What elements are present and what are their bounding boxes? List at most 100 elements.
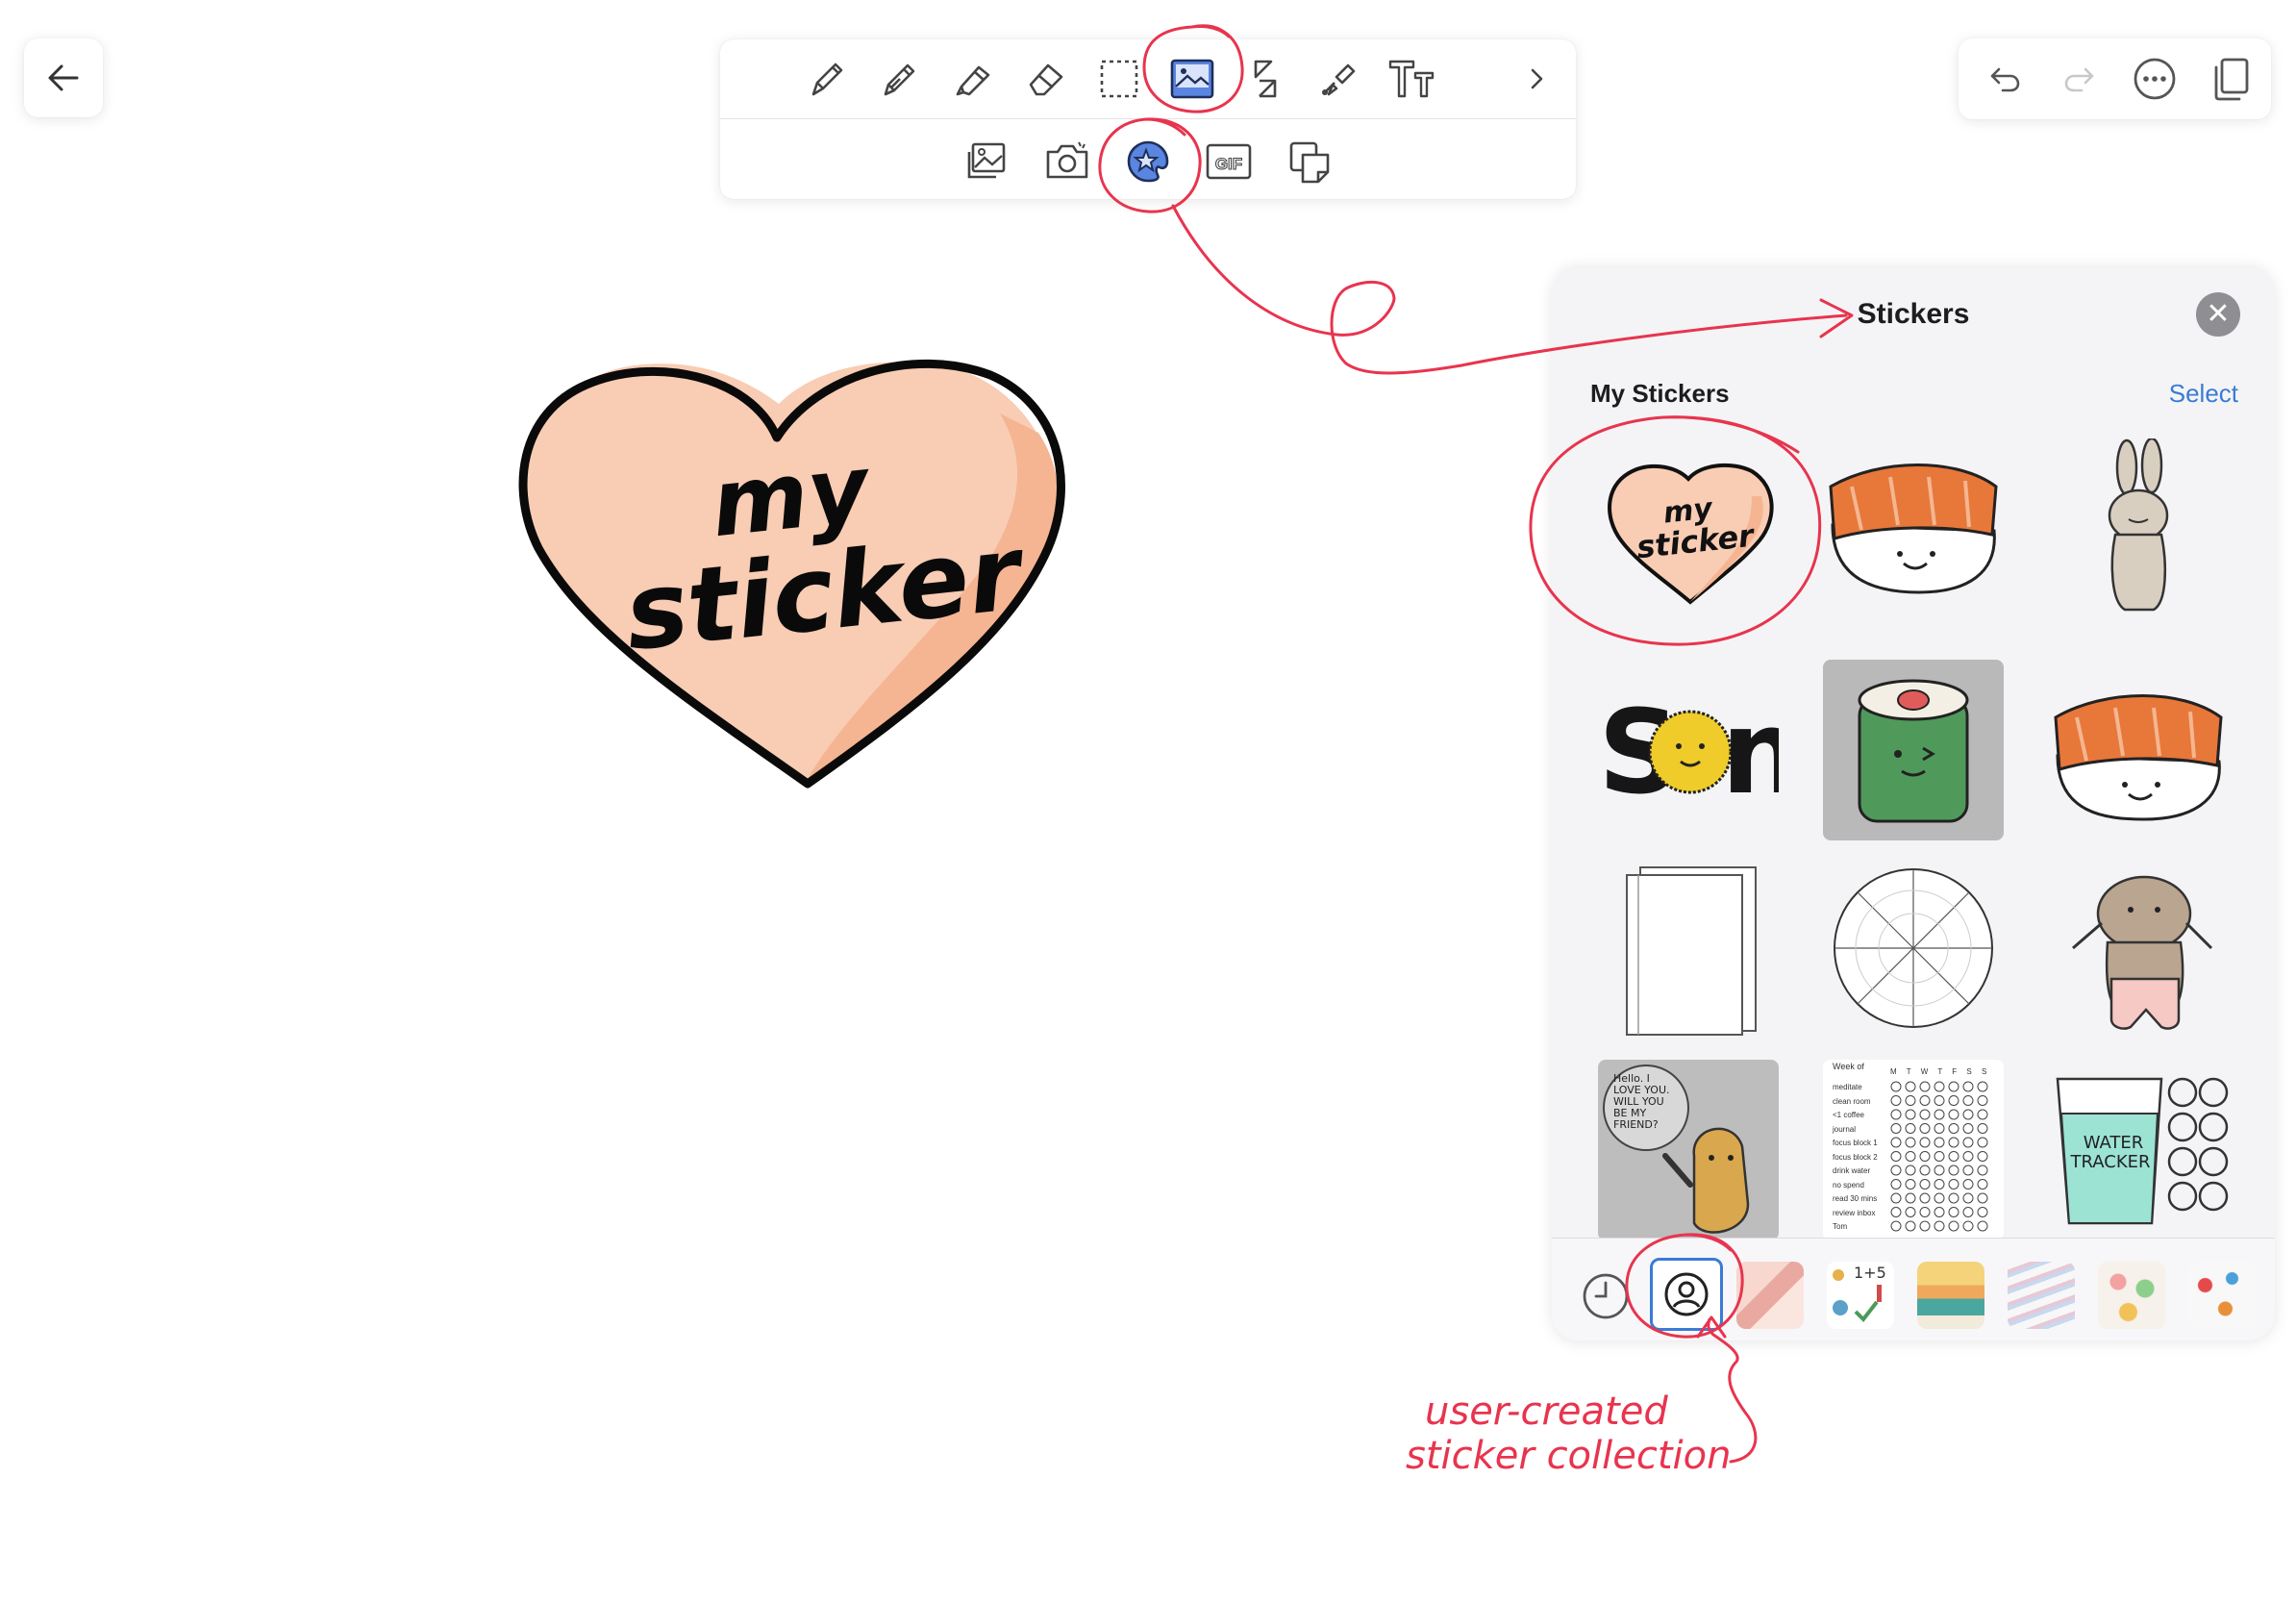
habit-dot bbox=[1890, 1192, 1902, 1204]
annotation-caption: user-created sticker collection bbox=[1406, 1390, 1731, 1478]
canvas-heart-sticker[interactable]: my sticker bbox=[500, 346, 1096, 798]
gif-icon: GIF bbox=[1206, 143, 1252, 180]
text-tool-button[interactable] bbox=[1384, 51, 1439, 107]
planner-icons-thumb bbox=[1833, 1269, 1882, 1323]
dashed-selection-icon bbox=[1100, 60, 1138, 98]
habit-dot bbox=[1919, 1123, 1931, 1134]
back-button-card bbox=[24, 38, 103, 117]
habit-dot bbox=[1934, 1095, 1945, 1106]
highlighter-tool-button[interactable] bbox=[945, 51, 1001, 107]
sticker-tile-water-tracker[interactable]: WATER TRACKER bbox=[2048, 1060, 2229, 1240]
sticker-pack-washi-tape[interactable] bbox=[2008, 1262, 2075, 1329]
habit-dot bbox=[1905, 1151, 1916, 1162]
habit-dot bbox=[1948, 1165, 1959, 1176]
sticker-tile-heart[interactable]: my sticker bbox=[1598, 438, 1779, 619]
habit-dot bbox=[1948, 1192, 1959, 1204]
habit-dot bbox=[1919, 1109, 1931, 1120]
camera-icon bbox=[1046, 141, 1088, 179]
image-tool-button[interactable] bbox=[1164, 51, 1220, 107]
sticker-tile-salmon-sushi[interactable] bbox=[1823, 438, 2004, 619]
more-options-button[interactable] bbox=[2128, 52, 2182, 106]
more-tools-chevron-button[interactable] bbox=[1509, 51, 1564, 107]
note-line: FRIEND? bbox=[1613, 1118, 1659, 1131]
sticker-tile-friend-note[interactable]: Hello. I LOVE YOU. WILL YOU BE MY FRIEND… bbox=[1598, 1060, 1779, 1240]
habit-dot bbox=[1905, 1109, 1916, 1120]
habit-dot bbox=[1905, 1179, 1916, 1190]
gif-button[interactable]: GIF bbox=[1201, 134, 1257, 189]
water-tracker-line1: WATER bbox=[2083, 1133, 2144, 1153]
undo-icon bbox=[1990, 67, 2020, 92]
eraser-tool-button[interactable] bbox=[1018, 51, 1074, 107]
sticker-tile-habit-tracker[interactable]: Week of M T W T F S S meditate clean room… bbox=[1823, 1060, 2004, 1240]
sticker-tile-sun-word[interactable]: S n bbox=[1598, 660, 1779, 840]
sticker-pack-landscape[interactable] bbox=[1917, 1262, 1984, 1329]
habit-dot bbox=[1934, 1165, 1945, 1176]
sticker-tile-blank-notebook[interactable] bbox=[1598, 856, 1779, 1037]
habit-dot bbox=[1890, 1081, 1902, 1092]
laser-pointer-tool-button[interactable] bbox=[1310, 51, 1366, 107]
habit-dot bbox=[1905, 1165, 1916, 1176]
pen-tool-button[interactable] bbox=[799, 51, 855, 107]
caption-line2: sticker collection bbox=[1406, 1434, 1732, 1478]
habit-dot bbox=[1890, 1220, 1902, 1232]
habit-dot bbox=[1934, 1137, 1945, 1148]
back-button[interactable] bbox=[24, 38, 103, 117]
svg-text:GIF: GIF bbox=[1215, 155, 1242, 173]
habit-dot bbox=[1948, 1109, 1959, 1120]
select-button[interactable]: Select bbox=[2169, 379, 2238, 409]
photo-library-button[interactable] bbox=[959, 134, 1014, 189]
salmon-nigiri-icon bbox=[1829, 463, 1998, 594]
stickers-panel: Stickers ✕ My Stickers Select my sticker bbox=[1552, 265, 2275, 1340]
ruler-shape-icon bbox=[1254, 60, 1277, 98]
sticker-tile-life-wheel[interactable] bbox=[1823, 856, 2004, 1037]
tool-bar: GIF bbox=[720, 39, 1576, 199]
sticker-tile-sushi-roll[interactable] bbox=[1823, 660, 2004, 840]
habit-dot bbox=[1934, 1081, 1945, 1092]
habit-dot bbox=[1948, 1179, 1959, 1190]
pages-overview-button[interactable] bbox=[2203, 52, 2257, 106]
templates-button[interactable] bbox=[1282, 134, 1337, 189]
stickers-button[interactable] bbox=[1120, 134, 1176, 189]
close-panel-button[interactable]: ✕ bbox=[2196, 292, 2240, 337]
bunny-icon bbox=[2108, 438, 2169, 612]
undo-button[interactable] bbox=[1978, 52, 2032, 106]
sticker-pack-holiday[interactable] bbox=[2188, 1262, 2256, 1329]
sticker-tile-bear-pants[interactable] bbox=[2048, 856, 2229, 1037]
habit-dot bbox=[1977, 1179, 1988, 1190]
close-icon: ✕ bbox=[2206, 298, 2231, 330]
habit-dot bbox=[1890, 1095, 1902, 1106]
sticker-tile-bunny[interactable] bbox=[2048, 438, 2229, 619]
sticker-pack-pastel-shapes[interactable] bbox=[1736, 1262, 1804, 1329]
photos-icon bbox=[967, 142, 1006, 179]
my-stickers-collection-button[interactable] bbox=[1650, 1258, 1723, 1331]
user-circle-icon bbox=[1664, 1272, 1709, 1316]
camera-button[interactable] bbox=[1039, 134, 1095, 189]
sticker-packs-bar: 1+5 bbox=[1552, 1238, 2275, 1340]
sticker-pack-planner-icons[interactable]: 1+5 bbox=[1827, 1262, 1894, 1329]
habit-dot bbox=[1890, 1109, 1902, 1120]
recent-stickers-button[interactable] bbox=[1573, 1264, 1638, 1329]
habit-dot bbox=[1962, 1220, 1974, 1232]
habit-dot bbox=[1919, 1207, 1931, 1217]
habit-dot bbox=[1934, 1109, 1945, 1120]
bear-icon bbox=[2072, 875, 2213, 1030]
habit-dot bbox=[1977, 1151, 1988, 1162]
habit-dot bbox=[1934, 1151, 1945, 1162]
salmon-nigiri-icon-2 bbox=[2054, 694, 2223, 821]
habit-dot bbox=[1962, 1151, 1974, 1162]
shapes-tool-button[interactable] bbox=[1237, 51, 1293, 107]
lasso-select-tool-button[interactable] bbox=[1091, 51, 1147, 107]
habit-grid-icon bbox=[1890, 1081, 1988, 1232]
redo-button[interactable] bbox=[2053, 52, 2107, 106]
habit-dot bbox=[1977, 1095, 1988, 1106]
habit-dot bbox=[1905, 1220, 1916, 1232]
habit-dot bbox=[1948, 1095, 1959, 1106]
sticker-pack-doodles[interactable] bbox=[2098, 1262, 2165, 1329]
laser-pointer-icon bbox=[1322, 63, 1356, 96]
pencil-tool-button[interactable] bbox=[872, 51, 928, 107]
habit-dot bbox=[1919, 1151, 1931, 1162]
habit-dot bbox=[1890, 1207, 1902, 1217]
habit-dot bbox=[1919, 1137, 1931, 1148]
habit-dot bbox=[1977, 1123, 1988, 1134]
sticker-tile-salmon-sushi-2[interactable] bbox=[2048, 660, 2229, 840]
